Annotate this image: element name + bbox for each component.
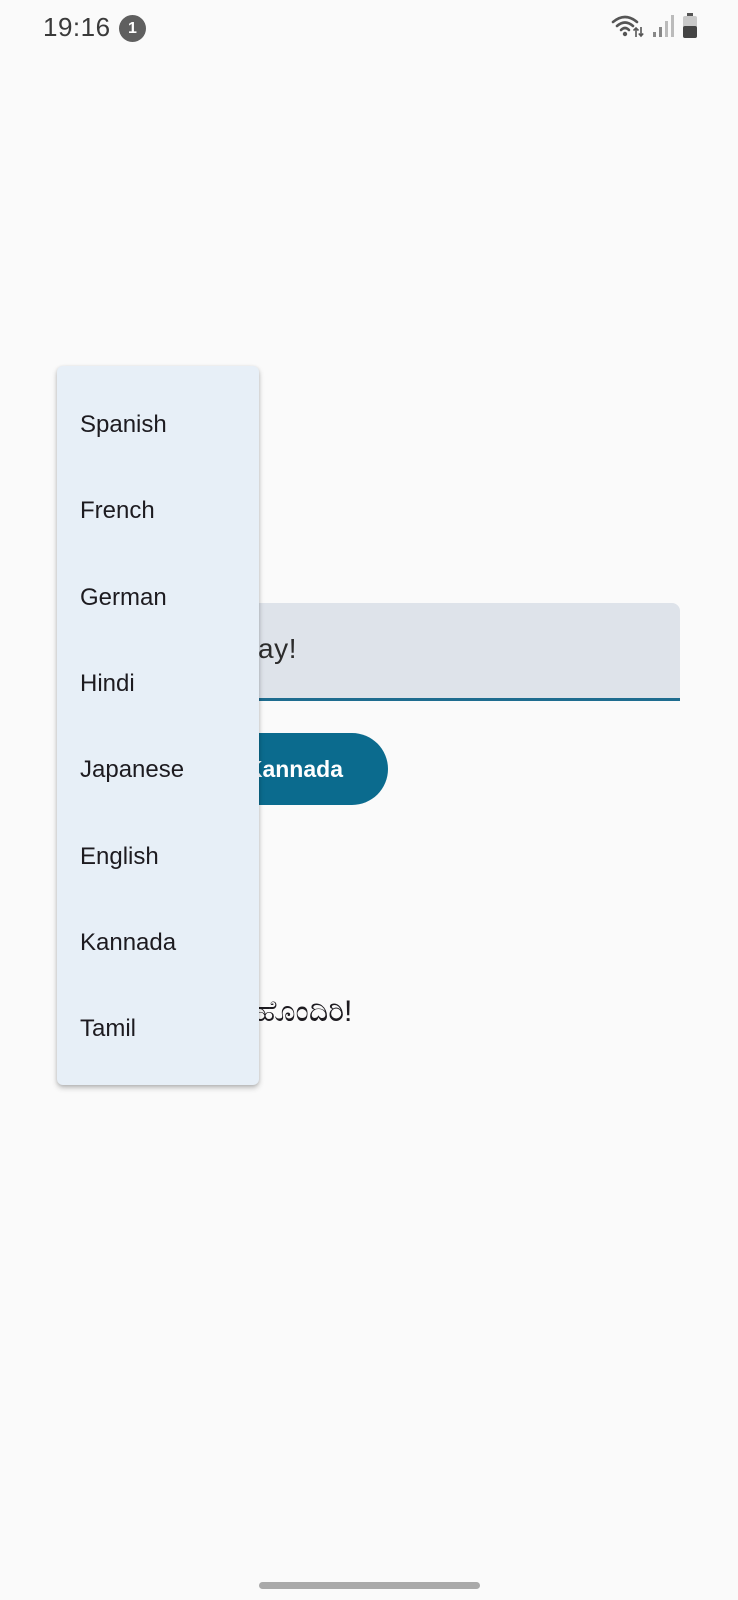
menu-item-english[interactable]: English bbox=[57, 813, 259, 899]
status-bar: 19:16 1 bbox=[0, 0, 738, 56]
menu-item-german[interactable]: German bbox=[57, 555, 259, 641]
battery-icon bbox=[682, 12, 698, 44]
language-dropdown-menu: Spanish French German Hindi Japanese Eng… bbox=[57, 366, 259, 1085]
menu-item-tamil[interactable]: Tamil bbox=[57, 986, 259, 1072]
status-time: 19:16 bbox=[43, 12, 111, 42]
status-icons bbox=[610, 12, 698, 44]
notification-count-badge: 1 bbox=[119, 15, 146, 42]
menu-item-japanese[interactable]: Japanese bbox=[57, 727, 259, 813]
wifi-icon bbox=[610, 13, 644, 44]
menu-item-kannada[interactable]: Kannada bbox=[57, 900, 259, 986]
menu-item-french[interactable]: French bbox=[57, 468, 259, 554]
gesture-navigation-bar[interactable] bbox=[259, 1582, 480, 1589]
signal-icon bbox=[652, 14, 674, 43]
menu-item-spanish[interactable]: Spanish bbox=[57, 382, 259, 468]
menu-item-hindi[interactable]: Hindi bbox=[57, 641, 259, 727]
